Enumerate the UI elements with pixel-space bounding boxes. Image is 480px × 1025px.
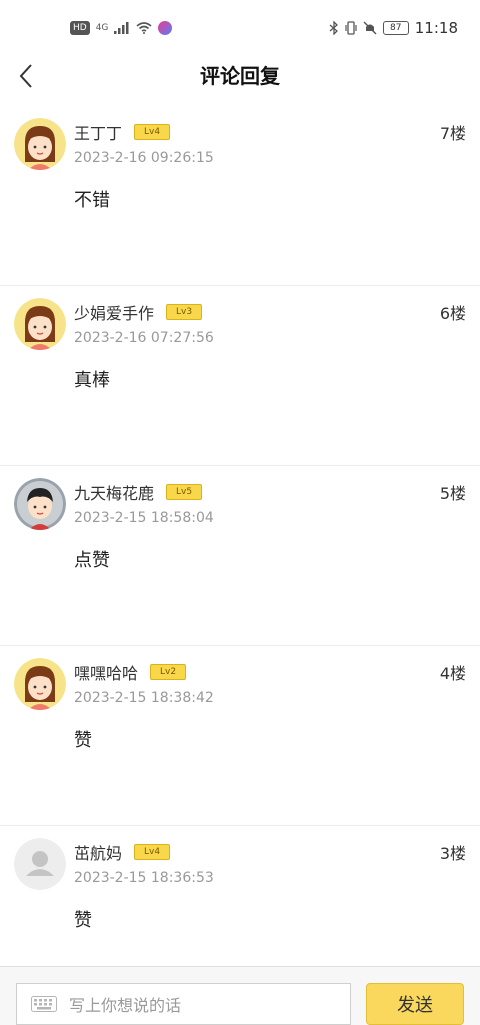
hd-badge: HD [70, 21, 90, 35]
keyboard-icon [31, 996, 57, 1012]
username[interactable]: 嘿嘿哈哈 [74, 660, 138, 684]
boy-avatar-icon [14, 478, 66, 530]
avatar[interactable] [14, 298, 66, 350]
avatar[interactable] [14, 118, 66, 170]
comment-composer: 写上你想说的话 发送 [0, 966, 480, 1025]
floor-number: 4楼 [439, 664, 466, 683]
username[interactable]: 王丁丁 [74, 120, 122, 144]
default-user-icon [14, 838, 66, 890]
comment-reply-page: HD 4G 87 11:18 评论回复 王丁丁 Lv4 7楼 2023-2-16… [0, 0, 480, 1025]
page-title: 评论回复 [200, 64, 280, 88]
username[interactable]: 九天梅花鹿 [74, 480, 154, 504]
girl-avatar-icon [14, 118, 66, 170]
clock: 11:18 [414, 19, 458, 37]
user-info: 茁航妈 Lv4 [74, 840, 171, 864]
comment-item: 王丁丁 Lv4 7楼 2023-2-16 09:26:15 不错 [0, 106, 480, 286]
mute-icon [363, 21, 377, 35]
comment-date: 2023-2-16 07:27:56 [74, 330, 214, 346]
floor-number: 5楼 [439, 484, 466, 503]
comment-item: 嘿嘿哈哈 Lv2 4楼 2023-2-15 18:38:42 赞 [0, 646, 480, 826]
comment-text: 不错 [74, 190, 110, 211]
avatar[interactable] [14, 478, 66, 530]
floor-number: 7楼 [439, 124, 466, 143]
avatar[interactable] [14, 838, 66, 890]
level-badge: Lv2 [150, 664, 187, 680]
status-bar: HD 4G 87 11:18 [0, 0, 480, 56]
signal-icon [114, 22, 129, 34]
floor-number: 3楼 [439, 844, 466, 863]
comment-text: 赞 [74, 730, 92, 751]
vibrate-icon [345, 21, 357, 35]
comment-date: 2023-2-16 09:26:15 [74, 150, 214, 166]
comment-list: 王丁丁 Lv4 7楼 2023-2-16 09:26:15 不错 少娟爱手作 L… [0, 106, 480, 1006]
comment-item: 九天梅花鹿 Lv5 5楼 2023-2-15 18:58:04 点赞 [0, 466, 480, 646]
floor-number: 6楼 [439, 304, 466, 323]
avatar[interactable] [14, 658, 66, 710]
user-info: 九天梅花鹿 Lv5 [74, 480, 203, 504]
level-badge: Lv4 [134, 124, 171, 140]
app-notification-icon [158, 21, 173, 35]
comment-input[interactable]: 写上你想说的话 [16, 983, 351, 1025]
user-info: 嘿嘿哈哈 Lv2 [74, 660, 187, 684]
level-badge: Lv3 [166, 304, 203, 320]
comment-text: 真棒 [74, 370, 110, 391]
network-type: 4G [95, 23, 109, 33]
comment-text: 点赞 [74, 550, 110, 571]
comment-text: 赞 [74, 910, 92, 931]
username[interactable]: 茁航妈 [74, 840, 122, 864]
girl-avatar-icon [14, 298, 66, 350]
bluetooth-icon [329, 21, 338, 35]
girl-avatar-icon [14, 658, 66, 710]
send-button[interactable]: 发送 [366, 983, 464, 1025]
comment-date: 2023-2-15 18:58:04 [74, 510, 214, 526]
comment-date: 2023-2-15 18:38:42 [74, 690, 214, 706]
user-info: 王丁丁 Lv4 [74, 120, 171, 144]
level-badge: Lv5 [166, 484, 203, 500]
user-info: 少娟爱手作 Lv3 [74, 300, 203, 324]
username[interactable]: 少娟爱手作 [74, 300, 154, 324]
title-bar: 评论回复 [0, 56, 480, 96]
input-placeholder: 写上你想说的话 [69, 996, 182, 1015]
wifi-icon [136, 22, 152, 34]
status-right: 87 11:18 [329, 19, 458, 37]
comment-date: 2023-2-15 18:36:53 [74, 870, 214, 886]
level-badge: Lv4 [134, 844, 171, 860]
comment-item: 少娟爱手作 Lv3 6楼 2023-2-16 07:27:56 真棒 [0, 286, 480, 466]
battery-indicator: 87 [382, 21, 409, 35]
status-left: HD 4G [70, 21, 173, 35]
